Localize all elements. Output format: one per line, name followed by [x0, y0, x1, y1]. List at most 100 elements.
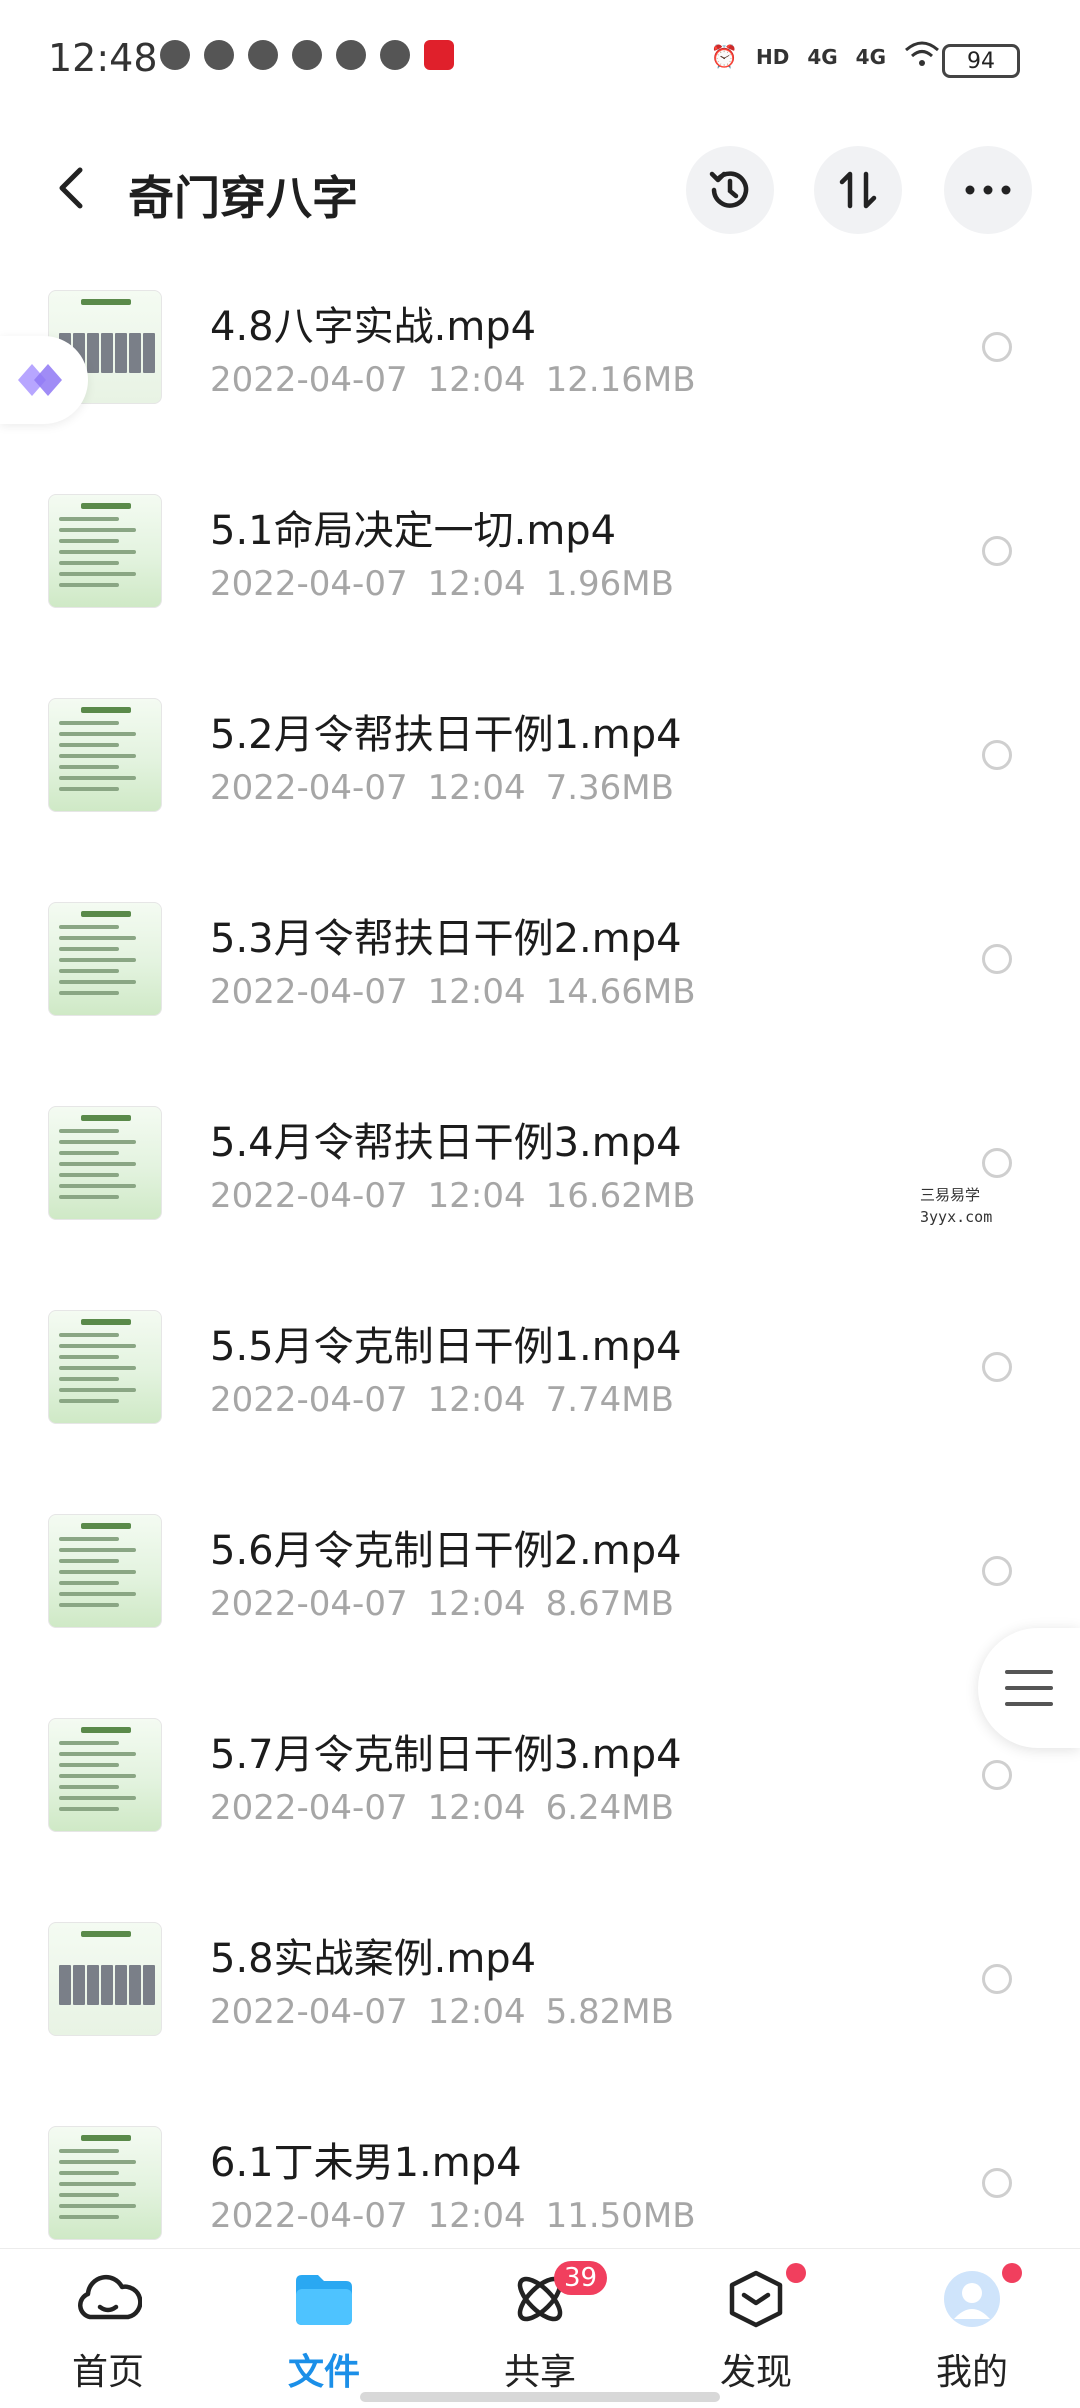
status-bar: 12:48 ⏰ HD 4G 4G 94 — [0, 0, 1080, 120]
more-icon — [965, 185, 1011, 195]
file-row[interactable]: 5.7月令克制日干例3.mp4 2022-04-07 12:04 6.24MB — [0, 1688, 1080, 1892]
nav-discover[interactable]: 发现 — [686, 2263, 826, 2395]
file-date: 2022-04-07 — [210, 972, 408, 1012]
video-thumbnail — [48, 1718, 162, 1832]
file-meta: 2022-04-07 12:04 7.36MB — [210, 768, 674, 808]
select-radio[interactable] — [982, 332, 1012, 362]
more-button[interactable] — [944, 146, 1032, 234]
battery-icon: 94 — [942, 44, 1020, 78]
file-name: 5.2月令帮扶日干例1.mp4 — [210, 712, 682, 758]
file-name: 5.8实战案例.mp4 — [210, 1936, 537, 1982]
file-meta: 2022-04-07 12:04 16.62MB — [210, 1176, 696, 1216]
file-date: 2022-04-07 — [210, 1788, 408, 1828]
select-radio[interactable] — [982, 1556, 1012, 1586]
nav-files-label: 文件 — [287, 2352, 360, 2393]
select-radio[interactable] — [982, 2168, 1012, 2198]
select-radio[interactable] — [982, 1148, 1012, 1178]
video-thumbnail — [48, 698, 162, 812]
floating-tool-button[interactable] — [0, 336, 88, 424]
watermark-line2: 3yyx.com — [920, 1208, 993, 1226]
video-thumbnail — [48, 2126, 162, 2240]
file-row[interactable]: 5.3月令帮扶日干例2.mp4 2022-04-07 12:04 14.66MB — [0, 872, 1080, 1076]
file-meta: 2022-04-07 12:04 14.66MB — [210, 972, 696, 1012]
file-row[interactable]: 5.6月令克制日干例2.mp4 2022-04-07 12:04 8.67MB — [0, 1484, 1080, 1688]
watermark: 三易易学 3yyx.com — [920, 1184, 992, 1228]
file-date: 2022-04-07 — [210, 768, 408, 808]
sort-icon — [839, 171, 877, 209]
file-date: 2022-04-07 — [210, 1176, 408, 1216]
file-date: 2022-04-07 — [210, 1380, 408, 1420]
discover-dot — [786, 2263, 806, 2283]
file-time: 12:04 — [427, 564, 526, 604]
select-radio[interactable] — [982, 536, 1012, 566]
nav-home[interactable]: 首页 — [38, 2269, 178, 2395]
file-size: 1.96MB — [545, 564, 674, 604]
nav-share[interactable]: 39 共享 — [470, 2261, 610, 2395]
select-radio[interactable] — [982, 1760, 1012, 1790]
bottom-navigation: 首页 文件 39 共享 发现 我的 — [0, 2248, 1080, 2408]
file-row[interactable]: 5.4月令帮扶日干例3.mp4 2022-04-07 12:04 16.62MB — [0, 1076, 1080, 1280]
file-row[interactable]: 5.2月令帮扶日干例1.mp4 2022-04-07 12:04 7.36MB — [0, 668, 1080, 872]
file-meta: 2022-04-07 12:04 1.96MB — [210, 564, 674, 604]
video-thumbnail — [48, 1922, 162, 2036]
file-size: 7.36MB — [545, 768, 674, 808]
select-radio[interactable] — [982, 740, 1012, 770]
nav-files[interactable]: 文件 — [254, 2269, 394, 2395]
nav-home-label: 首页 — [71, 2352, 144, 2393]
discover-box-icon — [729, 2270, 783, 2328]
select-radio[interactable] — [982, 1964, 1012, 1994]
file-time: 12:04 — [427, 1176, 526, 1216]
file-time: 12:04 — [427, 768, 526, 808]
history-icon — [709, 171, 749, 208]
nav-discover-label: 发现 — [719, 2352, 792, 2393]
select-radio[interactable] — [982, 944, 1012, 974]
share-badge: 39 — [554, 2261, 608, 2295]
speed-icon — [204, 40, 234, 70]
mine-dot — [1002, 2263, 1022, 2283]
file-size: 16.62MB — [545, 1176, 696, 1216]
file-meta: 2022-04-07 12:04 8.67MB — [210, 1584, 674, 1624]
file-row[interactable]: 5.5月令克制日干例1.mp4 2022-04-07 12:04 7.74MB — [0, 1280, 1080, 1484]
signal-4g-icon: 4G — [855, 45, 886, 69]
file-time: 12:04 — [427, 2196, 526, 2236]
video-thumbnail — [48, 1106, 162, 1220]
sort-button[interactable] — [814, 146, 902, 234]
file-size: 12.16MB — [545, 360, 696, 400]
signal-4g-icon: 4G — [807, 45, 838, 69]
video-thumbnail — [48, 902, 162, 1016]
page-title: 奇门穿八字 — [128, 171, 358, 225]
file-meta: 2022-04-07 12:04 12.16MB — [210, 360, 696, 400]
file-meta: 2022-04-07 12:04 7.74MB — [210, 1380, 674, 1420]
file-name: 5.5月令克制日干例1.mp4 — [210, 1324, 682, 1370]
file-name: 5.6月令克制日干例2.mp4 — [210, 1528, 682, 1574]
avatar-icon — [944, 2271, 1000, 2327]
file-size: 14.66MB — [545, 972, 696, 1012]
select-radio[interactable] — [982, 1352, 1012, 1382]
app-notification-icon — [424, 40, 454, 70]
file-time: 12:04 — [427, 1380, 526, 1420]
status-time: 12:48 — [48, 36, 158, 80]
file-name: 5.1命局决定一切.mp4 — [210, 508, 617, 554]
diamond-icon — [18, 364, 62, 396]
history-button[interactable] — [686, 146, 774, 234]
file-row[interactable]: 5.1命局决定一切.mp4 2022-04-07 12:04 1.96MB — [0, 464, 1080, 668]
file-meta: 2022-04-07 12:04 11.50MB — [210, 2196, 696, 2236]
back-button[interactable] — [50, 158, 90, 218]
file-date: 2022-04-07 — [210, 1992, 408, 2032]
file-row[interactable]: 4.8八字实战.mp4 2022-04-07 12:04 12.16MB — [0, 260, 1080, 464]
file-name: 5.4月令帮扶日干例3.mp4 — [210, 1120, 682, 1166]
file-time: 12:04 — [427, 1788, 526, 1828]
file-name: 5.3月令帮扶日干例2.mp4 — [210, 916, 682, 962]
file-list: 4.8八字实战.mp4 2022-04-07 12:04 12.16MB 5.1命局决定… — [0, 260, 1080, 2300]
file-row[interactable]: 5.8实战案例.mp4 2022-04-07 12:04 5.82MB — [0, 1892, 1080, 2096]
home-cloud-icon — [78, 2274, 143, 2320]
file-name: 6.1丁未男1.mp4 — [210, 2140, 522, 2186]
file-size: 6.24MB — [545, 1788, 674, 1828]
notification-icons — [160, 40, 454, 70]
file-date: 2022-04-07 — [210, 1584, 408, 1624]
file-size: 7.74MB — [545, 1380, 674, 1420]
cloud-icon — [336, 40, 366, 70]
nav-mine[interactable]: 我的 — [902, 2263, 1042, 2395]
file-time: 12:04 — [427, 972, 526, 1012]
file-size: 11.50MB — [545, 2196, 696, 2236]
